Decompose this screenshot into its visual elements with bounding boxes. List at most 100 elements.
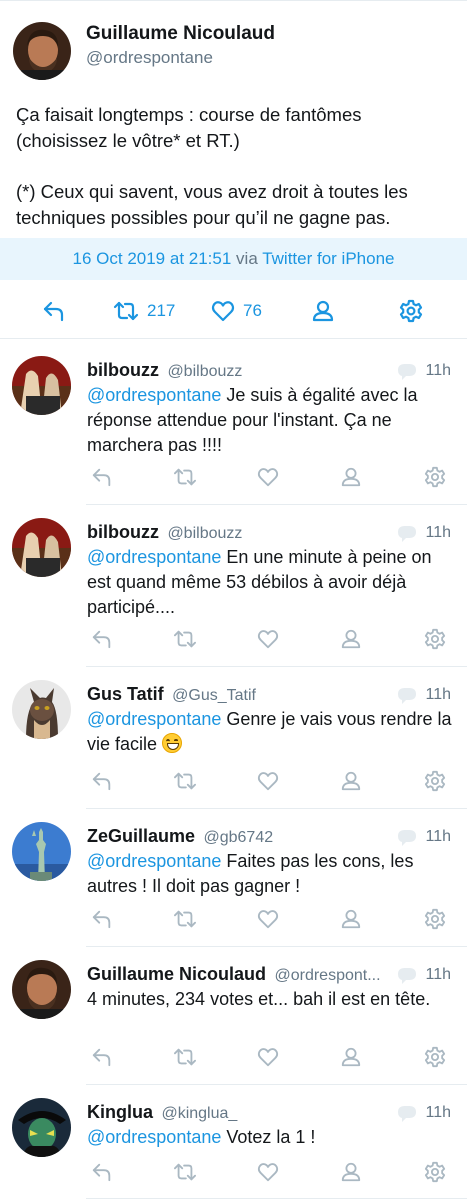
avatar[interactable] (12, 822, 71, 881)
author-name[interactable]: Guillaume Nicoulaud (86, 23, 275, 45)
reply-author-handle[interactable]: @gb6742 (203, 829, 273, 846)
settings-button[interactable] (420, 766, 450, 796)
grinning-face-emoji (162, 733, 183, 753)
reply-button[interactable] (87, 1042, 117, 1072)
like-button[interactable]: 76 (211, 291, 262, 331)
reply-header: Guillaume Nicoulaud @ordrespont... 11h (87, 964, 457, 988)
reply-author-handle[interactable]: @kinglua_ (161, 1105, 237, 1122)
reply-button[interactable] (87, 624, 117, 654)
heart-icon (257, 1163, 279, 1182)
retweet-button[interactable] (170, 904, 200, 934)
reply-tweet[interactable]: bilbouzz @bilbouzz 11h @ordrespontane Je… (0, 342, 467, 505)
reply-timestamp[interactable]: 11h (425, 1104, 451, 1122)
mention-link[interactable]: @ordrespontane (87, 1127, 221, 1147)
retweet-count: 217 (147, 301, 176, 320)
reply-button[interactable] (87, 766, 117, 796)
like-button[interactable] (253, 1042, 283, 1072)
reply-timestamp[interactable]: 11h (425, 686, 451, 704)
mention-link[interactable]: @ordrespontane (87, 709, 221, 729)
heart-icon (257, 772, 279, 791)
reply-tweet[interactable]: Kinglua @kinglua_ 11h @ordrespontane Vot… (0, 1084, 467, 1200)
retweet-button[interactable] (170, 624, 200, 654)
reply-icon (92, 1163, 111, 1182)
profile-button[interactable] (336, 624, 366, 654)
reply-icon (92, 630, 111, 649)
reply-header: Gus Tatif @Gus_Tatif 11h (87, 684, 457, 708)
user-icon (341, 629, 361, 649)
reply-timestamp[interactable]: 11h (425, 828, 451, 846)
author-handle[interactable]: @ordrespontane (86, 48, 213, 68)
profile-button[interactable] (336, 1042, 366, 1072)
retweet-button[interactable]: 217 (113, 291, 175, 331)
mention-link[interactable]: @ordrespontane (87, 851, 221, 871)
reply-button[interactable] (42, 291, 66, 331)
gear-icon (424, 466, 446, 488)
reply-header: ZeGuillaume @gb6742 11h (87, 826, 457, 850)
profile-button[interactable] (336, 462, 366, 492)
reply-author-name[interactable]: Guillaume Nicoulaud (87, 964, 266, 984)
settings-button[interactable] (399, 291, 423, 331)
settings-button[interactable] (420, 462, 450, 492)
reply-text: @ordrespontane Votez la 1 ! (87, 1125, 452, 1150)
reply-timestamp[interactable]: 11h (425, 524, 451, 542)
like-button[interactable] (253, 904, 283, 934)
reply-author-handle[interactable]: @bilbouzz (167, 525, 242, 542)
like-button[interactable] (253, 1157, 283, 1187)
user-icon (341, 1047, 361, 1067)
reply-author-handle[interactable]: @bilbouzz (167, 363, 242, 380)
retweet-icon (174, 910, 196, 928)
reply-tweet[interactable]: bilbouzz @bilbouzz 11h @ordrespontane En… (0, 504, 467, 667)
reply-author-handle[interactable]: @Gus_Tatif (172, 687, 256, 704)
mention-link[interactable]: @ordrespontane (87, 547, 221, 567)
reply-tweet[interactable]: Guillaume Nicoulaud @ordrespont... 11h 4… (0, 946, 467, 1085)
user-icon (341, 909, 361, 929)
like-button[interactable] (253, 766, 283, 796)
profile-button[interactable] (336, 1157, 366, 1187)
reply-timestamp[interactable]: 11h (425, 966, 451, 984)
settings-button[interactable] (420, 624, 450, 654)
reply-author-name[interactable]: bilbouzz (87, 360, 159, 380)
tweet-date-link[interactable]: 16 Oct 2019 at 21:51 (73, 249, 232, 268)
settings-button[interactable] (420, 1157, 450, 1187)
retweet-button[interactable] (170, 1042, 200, 1072)
reply-author-name[interactable]: Gus Tatif (87, 684, 164, 704)
user-icon (341, 771, 361, 791)
like-button[interactable] (253, 462, 283, 492)
reply-timestamp[interactable]: 11h (425, 362, 451, 380)
retweet-button[interactable] (170, 1157, 200, 1187)
reply-author-name[interactable]: ZeGuillaume (87, 826, 195, 846)
reply-author-handle[interactable]: @ordrespont... (274, 967, 380, 985)
reply-button[interactable] (87, 904, 117, 934)
reply-author-name[interactable]: Kinglua (87, 1102, 153, 1122)
reply-tweet[interactable]: ZeGuillaume @gb6742 11h @ordrespontane F… (0, 808, 467, 947)
avatar[interactable] (12, 356, 71, 415)
avatar[interactable] (12, 1098, 71, 1157)
reply-text: @ordrespontane Je suis à égalité avec la… (87, 383, 452, 458)
avatar[interactable] (12, 680, 71, 739)
settings-button[interactable] (420, 904, 450, 934)
settings-button[interactable] (420, 1042, 450, 1072)
reply-actions (0, 1157, 467, 1187)
reply-header: bilbouzz @bilbouzz 11h (87, 522, 457, 546)
reply-tweet[interactable]: Gus Tatif @Gus_Tatif 11h @ordrespontane … (0, 666, 467, 809)
reply-author-name[interactable]: bilbouzz (87, 522, 159, 542)
via-label: via (236, 249, 258, 268)
reply-button[interactable] (87, 1157, 117, 1187)
profile-button[interactable] (311, 291, 335, 331)
reply-button[interactable] (87, 462, 117, 492)
source-link[interactable]: Twitter for iPhone (262, 249, 394, 268)
reply-header: bilbouzz @bilbouzz 11h (87, 360, 457, 384)
avatar[interactable] (12, 960, 71, 1019)
avatar[interactable] (13, 22, 71, 80)
gear-icon (424, 908, 446, 930)
avatar[interactable] (12, 518, 71, 577)
mention-link[interactable]: @ordrespontane (87, 385, 221, 405)
tweet-paragraph: Ça faisait longtemps : course de fantôme… (16, 104, 362, 151)
like-button[interactable] (253, 624, 283, 654)
divider (0, 338, 467, 339)
profile-button[interactable] (336, 766, 366, 796)
profile-button[interactable] (336, 904, 366, 934)
retweet-button[interactable] (170, 766, 200, 796)
tweet-actions: 217 76 (0, 291, 467, 331)
retweet-button[interactable] (170, 462, 200, 492)
